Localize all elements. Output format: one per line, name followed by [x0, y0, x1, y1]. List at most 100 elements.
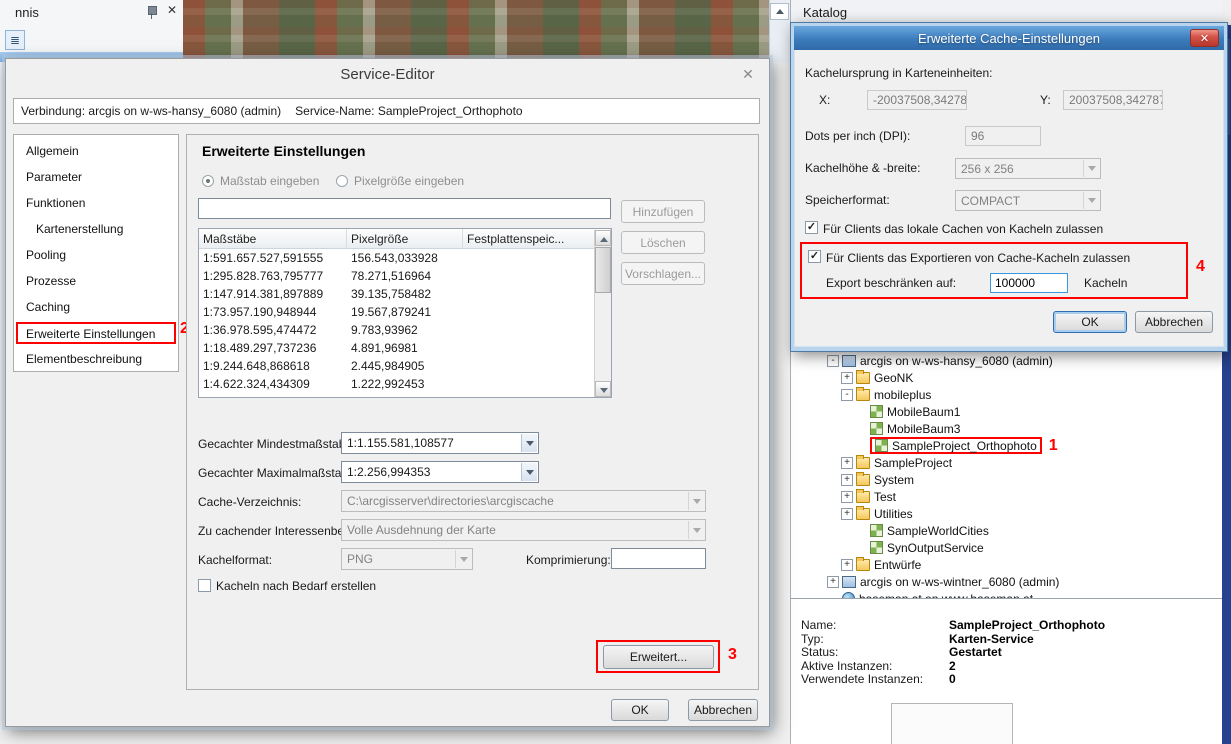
scroll-up-icon[interactable] [595, 230, 611, 246]
table-row[interactable]: 1:9.244.648,8686182.445,984905 [199, 357, 611, 375]
tile-size-combobox: 256 x 256 [955, 158, 1101, 179]
ok-button[interactable]: OK [611, 699, 669, 721]
table-row[interactable]: 1:18.489.297,7372364.891,96981 [199, 339, 611, 357]
table-column-header[interactable]: Festplattenspeic... [463, 229, 611, 248]
scroll-down-icon[interactable] [595, 381, 611, 397]
compression-input[interactable] [611, 548, 706, 569]
y-value: 20037508,342787 [1069, 93, 1163, 107]
catalog-tree-item[interactable]: MobileBaum3 [791, 420, 1222, 437]
nav-item[interactable]: Parameter [14, 164, 178, 190]
catalog-tree-item[interactable]: SampleWorldCities [791, 522, 1222, 539]
scale-radio[interactable] [202, 175, 214, 187]
table-cell: 1:2.311.162,217155 [199, 395, 347, 398]
advanced-button[interactable]: Erweitert... [603, 645, 714, 669]
nav-item[interactable]: Allgemein [14, 138, 178, 164]
table-cell: 1:73.957.190,948944 [199, 305, 347, 319]
nav-item[interactable]: Erweiterte Einstellungen [16, 322, 176, 344]
tile-format-combobox: PNG [341, 548, 473, 570]
table-column-header[interactable]: Pixelgröße [347, 229, 463, 248]
catalog-tree-item[interactable]: SampleProject_Orthophoto1 [791, 437, 1222, 454]
delete-button[interactable]: Löschen [621, 231, 705, 254]
table-row[interactable]: 1:4.622.324,4343091.222,992453 [199, 375, 611, 393]
max-scale-combobox[interactable]: 1:2.256,994353 [341, 461, 539, 483]
table-cell: 4.891,96981 [347, 341, 463, 355]
nav-item[interactable]: Funktionen [14, 190, 178, 216]
plus-expand-icon[interactable]: + [841, 372, 853, 384]
map-scroll-up-button[interactable] [770, 3, 789, 20]
tree-item-label: MobileBaum1 [887, 405, 960, 419]
table-cell: 1.222,992453 [347, 377, 463, 391]
close-button[interactable]: ✕ [1190, 29, 1219, 47]
nav-item[interactable]: Kartenerstellung [14, 216, 178, 242]
table-row[interactable]: 1:36.978.595,4744729.783,93962 [199, 321, 611, 339]
folder-icon [856, 491, 870, 503]
cancel-button[interactable]: Abbrechen [1135, 311, 1213, 333]
max-scale-value: 1:2.256,994353 [347, 465, 430, 479]
plus-expand-icon[interactable]: + [841, 491, 853, 503]
dialog-titlebar[interactable]: Erweiterte Cache-Einstellungen ✕ [794, 26, 1224, 50]
catalog-tree-item[interactable]: SynOutputService [791, 539, 1222, 556]
catalog-tree-item[interactable]: MobileBaum1 [791, 403, 1222, 420]
ok-button[interactable]: OK [1053, 311, 1127, 333]
storage-format-label: Speicherformat: [805, 193, 890, 207]
pin-icon[interactable] [146, 6, 157, 19]
storage-format-value: COMPACT [961, 194, 1020, 208]
catalog-tree-item[interactable]: +System [791, 471, 1222, 488]
add-button[interactable]: Hinzufügen [621, 200, 705, 223]
catalog-tree-item[interactable]: +SampleProject [791, 454, 1222, 471]
catalog-tree-item[interactable]: - arcgis on w-ws-hansy_6080 (admin) [791, 352, 1222, 369]
table-row[interactable]: 1:295.828.763,79577778.271,516964 [199, 267, 611, 285]
export-limit-input[interactable] [990, 273, 1068, 293]
table-cell: 1:4.622.324,434309 [199, 377, 347, 391]
table-row[interactable]: 1:73.957.190,94894419.567,879241 [199, 303, 611, 321]
allow-export-checkbox[interactable]: ✓ [808, 250, 821, 263]
catalog-tree-item[interactable]: +Test [791, 488, 1222, 505]
dpi-value-box: 96 [965, 126, 1041, 146]
on-demand-checkbox[interactable] [198, 579, 211, 592]
tree-item-label: Utilities [874, 507, 913, 521]
nav-item[interactable]: Caching [14, 294, 178, 320]
plus-expand-icon[interactable]: + [841, 474, 853, 486]
table-scrollbar[interactable] [594, 230, 611, 397]
tree-item-label: arcgis on w-ws-hansy_6080 (admin) [860, 354, 1053, 368]
tile-size-value: 256 x 256 [961, 162, 1014, 176]
suggest-button[interactable]: Vorschlagen... [621, 262, 705, 285]
minus-expand-icon[interactable]: - [841, 389, 853, 401]
pixel-size-radio[interactable] [336, 175, 348, 187]
plus-expand-icon[interactable]: + [841, 559, 853, 571]
table-column-header[interactable]: Maßstäbe [199, 229, 347, 248]
info-value: Karten-Service [949, 633, 1034, 646]
catalog-tree-item[interactable]: +GeoNK [791, 369, 1222, 386]
nav-item[interactable]: Pooling [14, 242, 178, 268]
plus-expand-icon[interactable]: + [827, 576, 839, 588]
min-scale-combobox[interactable]: 1:1.155.581,108577 [341, 432, 539, 454]
plus-expand-icon[interactable]: + [841, 457, 853, 469]
catalog-tree-item[interactable]: + Utilities [791, 505, 1222, 522]
catalog-tree-item[interactable]: +arcgis on w-ws-wintner_6080 (admin) [791, 573, 1222, 590]
service-icon [870, 405, 883, 418]
close-icon[interactable]: ✕ [740, 66, 756, 83]
folder-icon [856, 474, 870, 486]
table-row[interactable]: 1:591.657.527,591555156.543,033928 [199, 249, 611, 267]
close-icon[interactable]: ✕ [165, 3, 179, 17]
info-label: Aktive Instanzen: [801, 660, 949, 673]
chevron-down-icon[interactable] [521, 463, 537, 481]
table-row[interactable]: 1:2.311.162,217155611,496226 [199, 393, 611, 398]
scale-input[interactable] [198, 198, 611, 219]
table-cell: 19.567,879241 [347, 305, 463, 319]
nav-item[interactable]: Elementbeschreibung [14, 346, 178, 372]
allow-local-cache-checkbox[interactable]: ✓ [805, 221, 818, 234]
plus-expand-icon[interactable]: + [841, 508, 853, 520]
catalog-tree-item[interactable]: +Entwürfe [791, 556, 1222, 573]
minus-expand-icon[interactable]: - [827, 355, 839, 367]
chevron-down-icon[interactable] [521, 434, 537, 452]
table-body: 1:591.657.527,591555156.543,0339281:295.… [199, 249, 611, 398]
area-of-interest-combobox: Volle Ausdehnung der Karte [341, 519, 706, 541]
scrollbar-thumb[interactable] [595, 247, 611, 293]
cancel-button[interactable]: Abbrechen [688, 699, 758, 721]
catalog-tree-item[interactable]: -mobileplus [791, 386, 1222, 403]
nav-item[interactable]: Prozesse [14, 268, 178, 294]
toc-list-button[interactable]: ≣ [5, 30, 25, 50]
service-icon [870, 422, 883, 435]
table-row[interactable]: 1:147.914.381,89788939.135,758482 [199, 285, 611, 303]
